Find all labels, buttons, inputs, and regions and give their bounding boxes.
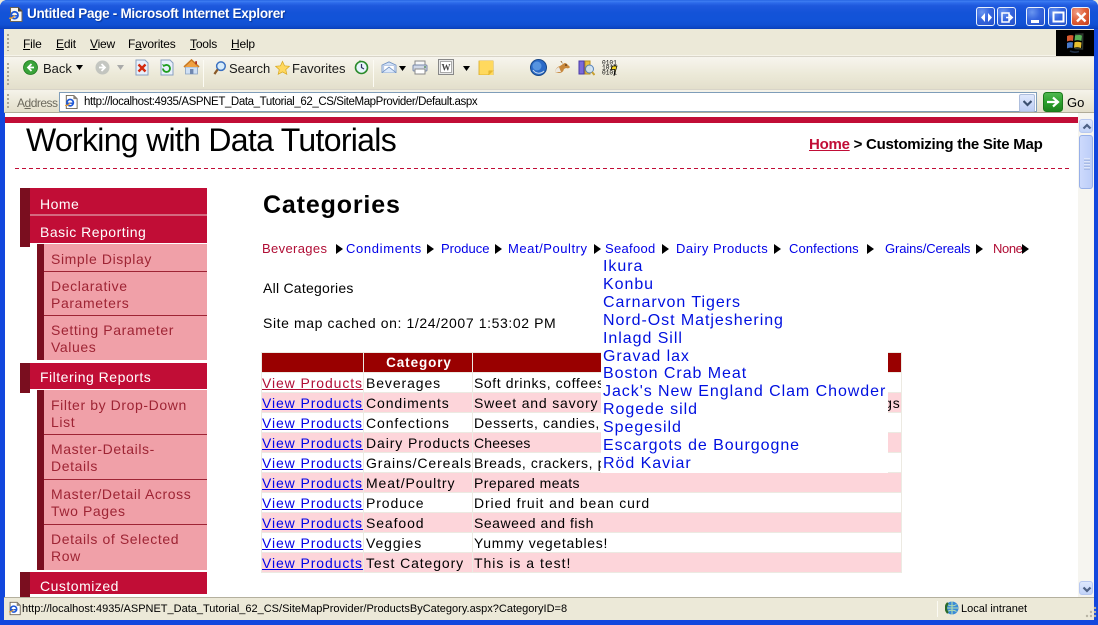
svg-text:W: W	[442, 63, 451, 73]
